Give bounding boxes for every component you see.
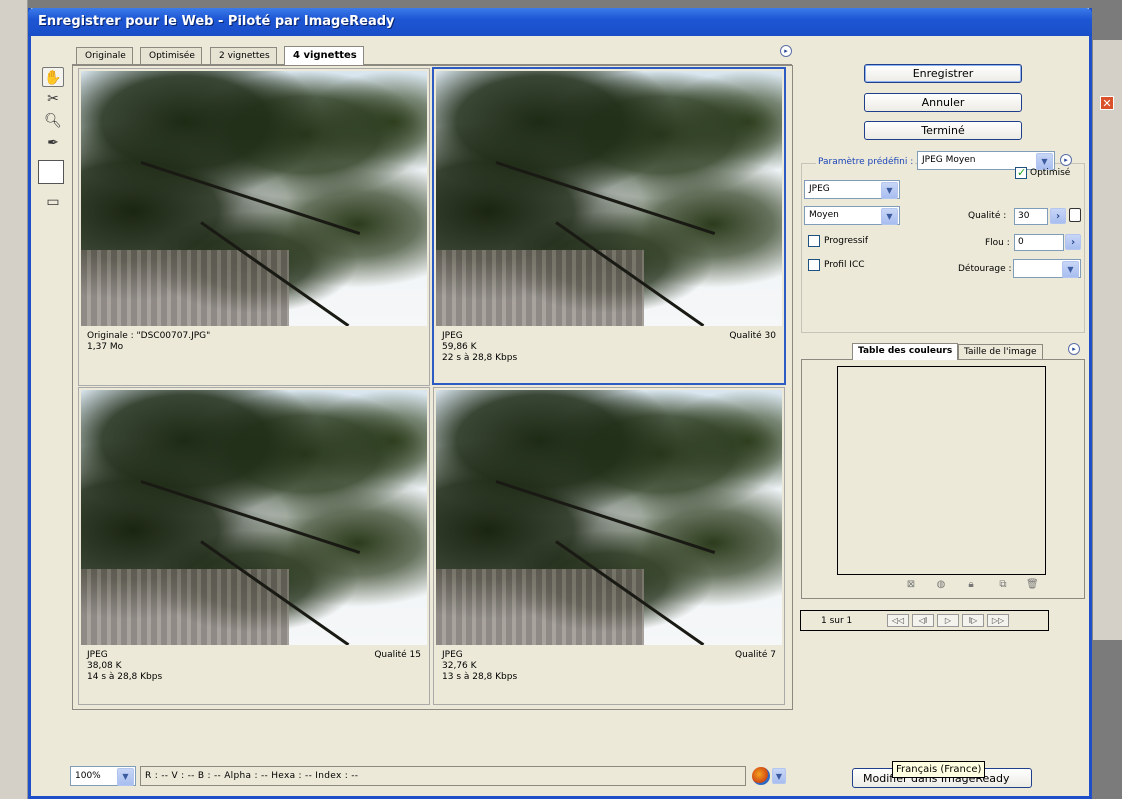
preview-image bbox=[436, 71, 782, 326]
play-icon[interactable]: ▷ bbox=[937, 614, 959, 627]
quality-channel-icon[interactable] bbox=[1069, 208, 1081, 222]
optimized-checkbox[interactable] bbox=[1015, 166, 1027, 179]
preview-panel-quality-30[interactable]: JPEG 59,86 K 22 s à 28,8 Kbps Qualité 30 bbox=[432, 67, 786, 385]
panel-line-3: 13 s à 28,8 Kbps bbox=[442, 672, 518, 682]
zoom-tool-icon[interactable]: 🔍︎ bbox=[42, 111, 64, 131]
preview-panel-quality-7[interactable]: JPEG 32,76 K 13 s à 28,8 Kbps Qualité 7 bbox=[433, 387, 785, 705]
chevron-down-icon: ▼ bbox=[1062, 261, 1079, 278]
optimize-menu-icon[interactable]: ▸ bbox=[1060, 154, 1072, 166]
background-app-right-panel bbox=[1092, 40, 1122, 640]
new-color-icon[interactable]: ⧉ bbox=[997, 579, 1009, 591]
done-button[interactable]: Terminé bbox=[864, 121, 1022, 140]
delete-color-icon[interactable]: 🗑︎ bbox=[1026, 579, 1039, 591]
panel-line-2: 38,08 K bbox=[87, 661, 122, 671]
icc-profile-checkbox[interactable] bbox=[808, 259, 820, 271]
cancel-button[interactable]: Annuler bbox=[864, 93, 1022, 112]
color-table-menu-icon[interactable]: ▸ bbox=[1068, 343, 1080, 355]
tab-original[interactable]: Originale bbox=[76, 47, 133, 64]
blur-field[interactable]: 0 bbox=[1014, 234, 1064, 251]
page-indicator: 1 sur 1 bbox=[821, 616, 853, 626]
preview-menu-icon[interactable]: ▸ bbox=[780, 45, 792, 57]
progressive-label: Progressif bbox=[824, 236, 869, 246]
matte-select[interactable]: ▼ bbox=[1013, 259, 1081, 278]
panel-info: JPEG 38,08 K 14 s à 28,8 Kbps Qualité 15 bbox=[87, 650, 421, 683]
preview-image bbox=[436, 390, 782, 645]
panel-line-1: JPEG bbox=[87, 650, 108, 660]
preview-in-browser-icon[interactable] bbox=[752, 767, 770, 785]
preset-value: JPEG Moyen bbox=[922, 155, 976, 165]
hand-tool-icon[interactable]: ✋ bbox=[42, 67, 64, 87]
panel-quality: Qualité 15 bbox=[374, 650, 421, 660]
tab-2-up[interactable]: 2 vignettes bbox=[210, 47, 277, 64]
tab-optimized[interactable]: Optimisée bbox=[140, 47, 202, 64]
save-button[interactable]: Enregistrer bbox=[864, 64, 1022, 83]
blur-slider-arrow-icon[interactable]: › bbox=[1065, 234, 1081, 250]
last-frame-icon[interactable]: ▷▷ bbox=[987, 614, 1009, 627]
window-title: Enregistrer pour le Web - Piloté par Ima… bbox=[38, 14, 395, 29]
preset-label: Paramètre prédéfini : bbox=[816, 157, 916, 167]
background-close-icon[interactable]: ✕ bbox=[1100, 96, 1114, 110]
tab-4-up[interactable]: 4 vignettes bbox=[284, 46, 364, 65]
panel-quality: Qualité 7 bbox=[735, 650, 776, 660]
blur-label: Flou : bbox=[985, 238, 1010, 248]
quality-field[interactable]: 30 bbox=[1014, 208, 1048, 225]
background-app-left-strip bbox=[0, 0, 28, 799]
preview-image bbox=[81, 390, 427, 645]
panel-line-1: JPEG bbox=[442, 331, 463, 341]
quality-level-value: Moyen bbox=[809, 210, 839, 220]
language-tooltip: Français (France) bbox=[892, 761, 986, 778]
panel-line-2: 32,76 K bbox=[442, 661, 477, 671]
toggle-slices-icon[interactable]: ▭ bbox=[42, 192, 64, 212]
optimized-label: Optimisé bbox=[1030, 168, 1071, 178]
lock-color-icon[interactable]: 🔒︎ bbox=[965, 579, 977, 591]
slice-select-tool-icon[interactable]: ✂ bbox=[42, 89, 64, 109]
map-to-transparent-icon[interactable]: ⊠ bbox=[905, 579, 917, 591]
panel-line-2: 1,37 Mo bbox=[87, 342, 124, 352]
panel-info: JPEG 59,86 K 22 s à 28,8 Kbps Qualité 30 bbox=[442, 331, 776, 364]
format-value: JPEG bbox=[809, 184, 830, 194]
panel-line-2: 59,86 K bbox=[442, 342, 477, 352]
panel-line-1: JPEG bbox=[442, 650, 463, 660]
animation-pager: 1 sur 1 ◁◁ ◁I ▷ I▷ ▷▷ bbox=[800, 610, 1049, 631]
chevron-down-icon: ▼ bbox=[117, 768, 134, 786]
eyedropper-tool-icon[interactable]: ✒ bbox=[42, 133, 64, 153]
zoom-value: 100% bbox=[75, 771, 101, 781]
quality-level-select[interactable]: Moyen ▼ bbox=[804, 206, 900, 225]
format-select[interactable]: JPEG ▼ bbox=[804, 180, 900, 199]
chevron-down-icon: ▼ bbox=[881, 182, 898, 199]
title-bar[interactable]: Enregistrer pour le Web - Piloté par Ima… bbox=[28, 8, 1092, 36]
panel-line-3: 22 s à 28,8 Kbps bbox=[442, 353, 518, 363]
panel-line-3: 14 s à 28,8 Kbps bbox=[87, 672, 163, 682]
preview-panel-quality-15[interactable]: JPEG 38,08 K 14 s à 28,8 Kbps Qualité 15 bbox=[78, 387, 430, 705]
color-readout: R : -- V : -- B : -- Alpha : -- Hexa : -… bbox=[140, 766, 746, 786]
panel-info: Originale : "DSC00707.JPG" 1,37 Mo bbox=[87, 331, 421, 353]
quality-slider-arrow-icon[interactable]: › bbox=[1050, 208, 1066, 224]
web-snap-icon[interactable]: ◍ bbox=[935, 579, 947, 591]
quality-label: Qualité : bbox=[968, 211, 1007, 221]
panel-info: JPEG 32,76 K 13 s à 28,8 Kbps Qualité 7 bbox=[442, 650, 776, 683]
preview-panel-original[interactable]: Originale : "DSC00707.JPG" 1,37 Mo bbox=[78, 68, 430, 386]
next-frame-icon[interactable]: I▷ bbox=[962, 614, 984, 627]
tab-image-size[interactable]: Taille de l'image bbox=[958, 344, 1043, 360]
matte-label: Détourage : bbox=[958, 264, 1012, 274]
zoom-select[interactable]: 100% ▼ bbox=[70, 766, 136, 786]
panel-line-1: Originale : "DSC00707.JPG" bbox=[87, 331, 211, 341]
icc-profile-label: Profil ICC bbox=[824, 260, 865, 270]
first-frame-icon[interactable]: ◁◁ bbox=[887, 614, 909, 627]
eyedropper-color-swatch[interactable] bbox=[38, 160, 64, 184]
previous-frame-icon[interactable]: ◁I bbox=[912, 614, 934, 627]
chevron-down-icon[interactable]: ▼ bbox=[772, 768, 786, 784]
tab-color-table[interactable]: Table des couleurs bbox=[852, 343, 959, 360]
progressive-checkbox[interactable] bbox=[808, 235, 820, 247]
preview-image bbox=[81, 71, 427, 326]
panel-quality: Qualité 30 bbox=[729, 331, 776, 341]
chevron-down-icon: ▼ bbox=[881, 208, 898, 225]
color-table-swatches[interactable] bbox=[837, 366, 1046, 575]
